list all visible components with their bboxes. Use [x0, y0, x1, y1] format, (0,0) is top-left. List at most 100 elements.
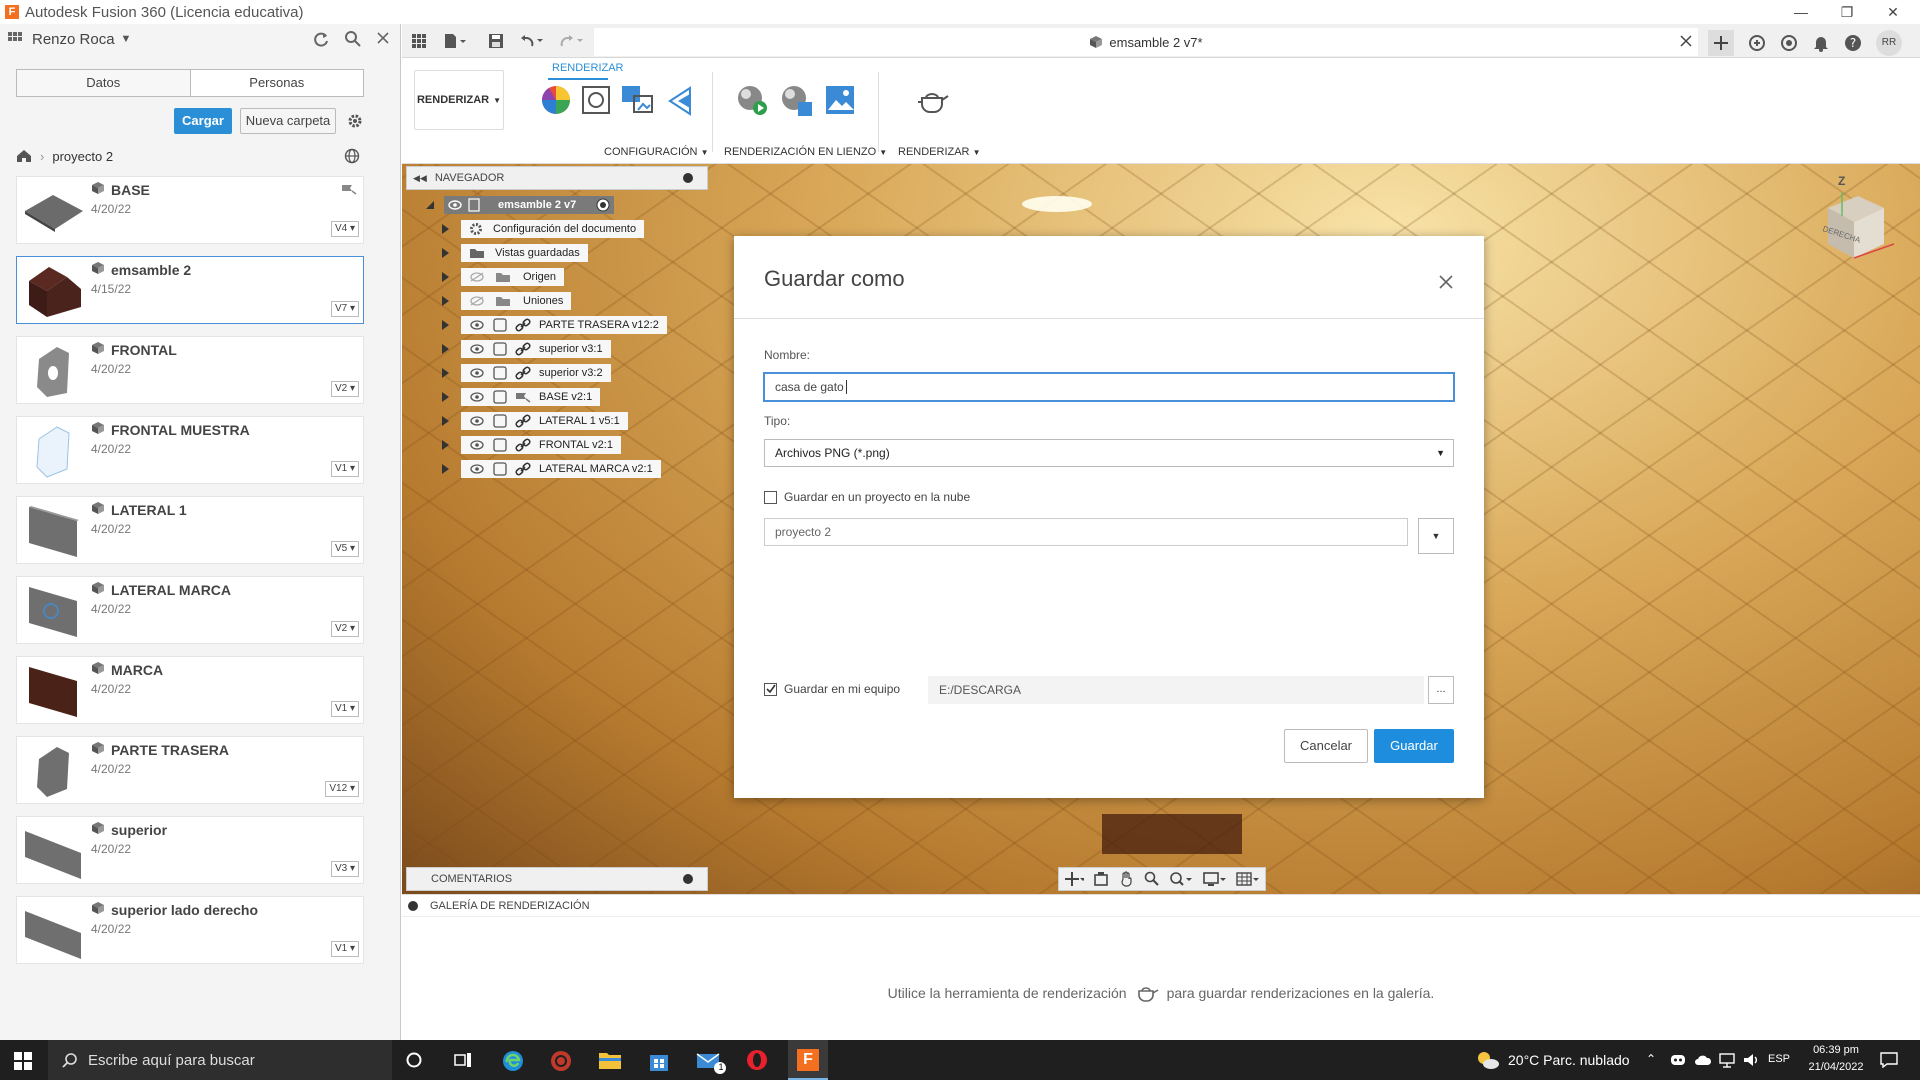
close-tab-icon[interactable]	[1680, 35, 1692, 47]
tab-renderizar[interactable]: RENDERIZAR	[552, 62, 624, 74]
project-dropdown-button[interactable]: ▼	[1418, 518, 1454, 554]
version-badge[interactable]: V2 ▾	[330, 621, 359, 637]
expand-arrow-icon[interactable]	[442, 320, 449, 330]
tree-item[interactable]: Configuración del documento	[442, 220, 645, 238]
grid-settings-icon[interactable]	[1236, 871, 1260, 887]
minimize-button[interactable]: —	[1778, 0, 1824, 24]
file-card[interactable]: MARCA 4/20/22 V1 ▾	[16, 656, 364, 724]
opera-browser-icon[interactable]	[746, 1049, 768, 1071]
version-badge[interactable]: V3 ▾	[330, 861, 359, 877]
expand-arrow-icon[interactable]	[442, 464, 449, 474]
eye-icon[interactable]	[469, 344, 485, 354]
expand-arrow-icon[interactable]	[442, 416, 449, 426]
expand-arrow-icon[interactable]	[442, 296, 449, 306]
chevron-up-icon[interactable]: ⌃	[1646, 1052, 1656, 1066]
group-label-renderizacion-en-lienzo[interactable]: RENDERIZACIÓN EN LIENZO ▼	[724, 146, 887, 158]
eye-icon[interactable]	[469, 320, 485, 330]
edge-browser-icon[interactable]	[502, 1050, 524, 1072]
extensions-icon[interactable]	[1748, 34, 1766, 52]
collapse-icon[interactable]: ◀◀	[413, 173, 427, 184]
collapse-gallery-icon[interactable]	[408, 900, 418, 911]
eye-hidden-icon[interactable]	[469, 272, 485, 282]
eye-icon[interactable]	[469, 368, 485, 378]
eye-icon[interactable]	[469, 416, 485, 426]
document-tab[interactable]: emsamble 2 v7*	[594, 28, 1698, 56]
workspace-switcher[interactable]: RENDERIZAR ▼	[414, 70, 504, 130]
zoom-window-icon[interactable]	[1144, 871, 1160, 887]
version-badge[interactable]: V12 ▾	[325, 781, 359, 797]
clock-time[interactable]: 06:39 pm	[1806, 1044, 1866, 1056]
expand-arrow-icon[interactable]	[442, 392, 449, 402]
pan-hand-icon[interactable]	[1119, 871, 1135, 887]
data-panel-toggle-icon[interactable]	[412, 34, 426, 48]
file-card[interactable]: FRONTAL 4/20/22 V2 ▾	[16, 336, 364, 404]
version-badge[interactable]: V2 ▾	[330, 381, 359, 397]
help-icon[interactable]: ?	[1844, 34, 1862, 52]
tree-root[interactable]: emsamble 2 v7	[424, 196, 615, 214]
user-chevron-down-icon[interactable]: ▼	[121, 33, 132, 45]
tree-item[interactable]: BASE v2:1	[442, 388, 601, 406]
expand-arrow-icon[interactable]	[442, 344, 449, 354]
expand-arrow-icon[interactable]	[442, 368, 449, 378]
notification-center-icon[interactable]	[1880, 1052, 1898, 1068]
pin-flag-icon[interactable]	[341, 183, 357, 195]
close-dialog-icon[interactable]	[1438, 274, 1454, 290]
version-badge[interactable]: V1 ▾	[330, 941, 359, 957]
file-card[interactable]: superior lado derecho 4/20/22 V1 ▾	[16, 896, 364, 964]
version-badge[interactable]: V1 ▾	[330, 461, 359, 477]
look-at-icon[interactable]	[1093, 871, 1109, 887]
group-label-renderizar[interactable]: RENDERIZAR ▼	[898, 146, 981, 158]
gallery-header[interactable]: GALERÍA DE RENDERIZACIÓN	[402, 895, 1920, 917]
in-canvas-render-settings-icon[interactable]	[780, 84, 814, 118]
file-card[interactable]: BASE 4/20/22 V4 ▾	[16, 176, 364, 244]
tree-item[interactable]: FRONTAL v2:1	[442, 436, 621, 454]
path-field[interactable]: E:/DESCARGA	[928, 676, 1424, 704]
comments-panel[interactable]: COMENTARIOS	[406, 867, 708, 891]
local-save-option[interactable]: Guardar en mi equipo	[764, 682, 900, 696]
eye-icon[interactable]	[469, 392, 485, 402]
file-type-select[interactable]: Archivos PNG (*.png) ▼	[764, 439, 1454, 467]
cancel-button[interactable]: Cancelar	[1284, 729, 1368, 763]
expand-arrow-icon[interactable]	[442, 440, 449, 450]
tree-item[interactable]: PARTE TRASERA v12:2	[442, 316, 667, 334]
close-window-button[interactable]: ✕	[1870, 0, 1916, 24]
zoom-icon[interactable]	[1169, 871, 1193, 887]
in-canvas-render-icon[interactable]	[736, 84, 770, 118]
eye-icon[interactable]	[469, 440, 485, 450]
restore-button[interactable]: ❐	[1824, 0, 1870, 24]
view-cube[interactable]: Z DERECHA	[1798, 174, 1898, 274]
eye-icon[interactable]	[448, 200, 462, 210]
redo-icon[interactable]	[560, 34, 584, 48]
project-field[interactable]: proyecto 2	[764, 518, 1408, 546]
file-card[interactable]: LATERAL MARCA 4/20/22 V2 ▾	[16, 576, 364, 644]
tab-personas[interactable]: Personas	[191, 70, 364, 96]
texture-map-icon[interactable]	[620, 82, 654, 116]
capture-image-icon[interactable]	[824, 84, 858, 118]
orbit-icon[interactable]	[1064, 871, 1084, 887]
cloud-save-option[interactable]: Guardar en un proyecto en la nube	[764, 490, 970, 504]
taskbar-search-box[interactable]: Escribe aquí para buscar	[48, 1040, 392, 1080]
tab-datos[interactable]: Datos	[17, 70, 191, 96]
globe-icon[interactable]	[344, 148, 360, 164]
file-card[interactable]: superior 4/20/22 V3 ▾	[16, 816, 364, 884]
weather-text[interactable]: 20°C Parc. nublado	[1508, 1052, 1630, 1068]
tree-item[interactable]: superior v3:2	[442, 364, 611, 382]
expand-arrow-icon[interactable]	[442, 248, 449, 258]
discord-icon[interactable]	[1670, 1053, 1686, 1067]
security-app-icon[interactable]	[550, 1050, 572, 1072]
tree-item[interactable]: superior v3:1	[442, 340, 611, 358]
task-view-icon[interactable]	[454, 1052, 472, 1068]
job-status-icon[interactable]	[1780, 34, 1798, 52]
version-badge[interactable]: V5 ▾	[330, 541, 359, 557]
pin-icon[interactable]	[683, 874, 693, 884]
breadcrumb-project[interactable]: proyecto 2	[52, 149, 113, 164]
activate-radio-icon[interactable]	[596, 198, 610, 212]
onedrive-cloud-icon[interactable]	[1694, 1054, 1712, 1066]
refresh-icon[interactable]	[312, 30, 330, 48]
render-teapot-icon[interactable]	[916, 86, 950, 114]
eye-icon[interactable]	[469, 464, 485, 474]
expand-arrow-icon[interactable]	[424, 199, 436, 211]
decal-icon[interactable]	[666, 86, 694, 116]
group-label-configuracion[interactable]: CONFIGURACIÓN ▼	[604, 146, 708, 158]
tree-item[interactable]: LATERAL MARCA v2:1	[442, 460, 661, 478]
